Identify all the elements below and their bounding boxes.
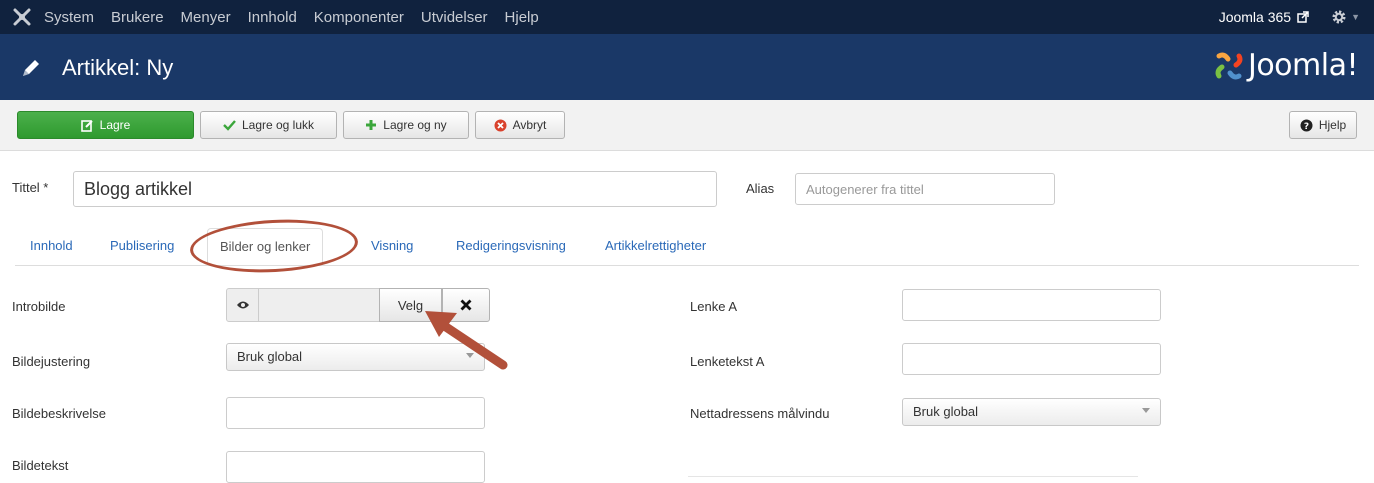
link-a-label: Lenke A [690,299,737,314]
annotation-ellipse [188,215,360,277]
site-link[interactable]: Joomla 365 [1219,9,1309,25]
toolbar: Lagre Lagre og lukk Lagre og ny Avbryt ?… [0,100,1374,151]
menu-item-components[interactable]: Komponenter [314,9,404,26]
image-float-value: Bruk global [237,349,303,364]
question-icon: ? [1300,119,1313,132]
image-caption-input[interactable] [226,451,485,483]
site-name: Joomla 365 [1218,9,1292,25]
save-close-label: Lagre og lukk [241,118,315,132]
image-caption-label: Bildetekst [12,458,69,473]
svg-text:?: ? [1304,122,1309,132]
link-a-text-label: Lenketekst A [690,354,765,369]
image-alt-label: Bildebeskrivelse [12,406,106,421]
link-a-text-input[interactable] [902,343,1161,375]
chevron-down-icon [1142,408,1150,413]
cancel-button[interactable]: Avbryt [475,111,565,139]
menu-item-system[interactable]: System [44,9,94,26]
navbar-right: Joomla 365 ▼ [1219,0,1360,34]
tab-publishing[interactable]: Publisering [110,238,174,253]
link-a-input[interactable] [902,289,1161,321]
image-alt-input[interactable] [226,397,485,429]
title-label: Tittel * [12,180,49,195]
gear-icon[interactable] [1331,9,1347,25]
url-target-value: Bruk global [913,404,979,419]
edit-icon [80,119,93,132]
plus-icon [366,120,377,130]
save-close-button[interactable]: Lagre og lukk [200,111,337,139]
annotation-arrow-icon [425,311,508,370]
joomla-logo-icon[interactable] [12,7,32,27]
tab-options[interactable]: Visning [371,238,413,253]
save-new-button[interactable]: Lagre og ny [343,111,469,139]
save-new-label: Lagre og ny [383,118,447,132]
page-header: Artikkel: Ny Joomla! [0,34,1374,100]
main-menu: System Brukere Menyer Innhold Komponente… [44,0,556,34]
eye-icon [236,301,249,309]
alias-label: Alias [746,181,775,196]
image-float-label: Bildejustering [12,354,91,369]
alias-input[interactable]: Autogenerer fra tittel [795,173,1055,205]
menu-item-content[interactable]: Innhold [248,9,297,26]
help-label: Hjelp [1318,118,1347,132]
cancel-label: Avbryt [512,118,547,132]
image-path-input[interactable] [259,288,379,322]
intro-image-label: Introbilde [12,299,66,314]
menu-item-extensions[interactable]: Utvidelser [421,9,488,26]
joomla-brand-logo: Joomla! [1214,48,1359,83]
title-input[interactable]: Blogg artikkel [73,171,717,207]
menu-item-users[interactable]: Brukere [111,9,164,26]
divider [688,476,1138,477]
external-link-icon [1297,11,1309,23]
help-button[interactable]: ? Hjelp [1289,111,1357,139]
url-target-label: Nettadressens målvindu [690,406,830,421]
pencil-icon [23,60,39,76]
preview-button[interactable] [226,288,259,322]
save-button[interactable]: Lagre [17,111,194,139]
url-target-select[interactable]: Bruk global [902,398,1161,426]
top-navbar: System Brukere Menyer Innhold Komponente… [0,0,1374,34]
menu-item-menus[interactable]: Menyer [181,9,231,26]
brand-text: Joomla! [1247,48,1359,83]
chevron-down-icon: ▼ [1351,12,1360,22]
tab-editing-layout[interactable]: Redigeringsvisning [456,238,566,253]
page-title: Artikkel: Ny [62,55,174,80]
tab-permissions[interactable]: Artikkelrettigheter [605,238,706,253]
check-icon [223,120,236,131]
menu-item-help[interactable]: Hjelp [505,9,539,26]
tab-content[interactable]: Innhold [30,238,73,253]
joomla-logo-icon [1215,52,1243,79]
save-label: Lagre [99,118,131,132]
cancel-icon [494,119,507,131]
